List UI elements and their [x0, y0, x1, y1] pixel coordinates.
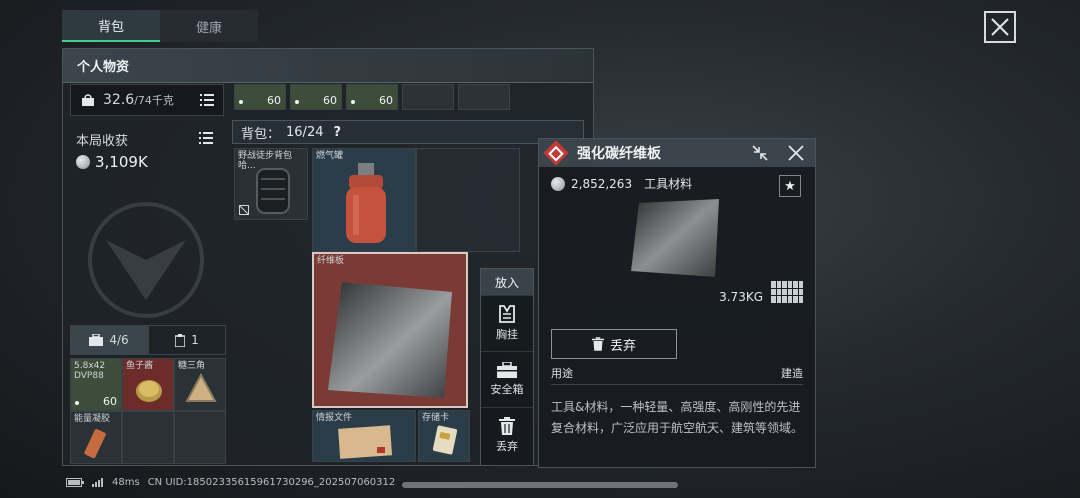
help-icon[interactable]: ? [333, 125, 341, 140]
pocket-grid: 5.8x42 DVP88 60 鱼子酱 糖三角 能量凝胶 [70, 358, 226, 464]
item-detail-header: 强化碳纤维板 [539, 139, 815, 167]
backpack-capacity: 16/24 [286, 124, 324, 140]
list-icon [200, 94, 214, 106]
user-uid: CN UID:18502335615961730296_202507060312 [147, 476, 396, 488]
income-list-button[interactable] [196, 128, 216, 148]
collapse-button[interactable] [749, 143, 771, 163]
tab-secure-case[interactable]: 1 [148, 325, 226, 355]
put-in-secure-case-button[interactable]: 安全箱 [481, 351, 533, 407]
trash-icon [499, 417, 515, 435]
income-value: 3,109K [76, 153, 148, 171]
weight-value: 32.6 [103, 92, 135, 108]
fiberboard-icon [328, 282, 452, 398]
tab-health[interactable]: 健康 [160, 10, 258, 42]
tab-chest-rig[interactable]: 4/6 [70, 325, 148, 355]
context-menu-title: 放入 [481, 269, 533, 295]
dot-icon [75, 401, 79, 405]
detail-close-button[interactable] [785, 143, 807, 163]
item-energy-gel[interactable]: 能量凝胶 [70, 411, 122, 464]
discard-button[interactable]: 丢弃 [551, 329, 677, 359]
safe-box-icon [497, 362, 517, 378]
weight-list-button[interactable] [197, 90, 217, 110]
discard-menu-button[interactable]: 丢弃 [481, 407, 533, 463]
rarity-icon [543, 140, 569, 166]
chest-rig-icon [499, 305, 515, 323]
memory-card-icon [433, 425, 457, 455]
item-backpack[interactable]: 野战徒步背包 哈... [234, 148, 308, 220]
ammo-slot[interactable]: 60 [290, 84, 342, 110]
empty-slot[interactable] [458, 84, 510, 110]
item-weight: 3.73KG [719, 290, 763, 304]
backpack-grid: 野战徒步背包 哈... 燃气罐 纤维板 情报文件 存储卡 [232, 148, 522, 464]
close-icon [788, 145, 804, 161]
backpack-icon [256, 168, 290, 214]
signal-icon [92, 477, 103, 487]
item-fiberboard[interactable]: 纤维板 [312, 252, 468, 408]
caviar-tin-icon [136, 380, 162, 402]
close-button[interactable] [984, 11, 1016, 43]
item-memory-card[interactable]: 存储卡 [418, 410, 470, 462]
backpack-header: 背包： 16/24 ? [232, 120, 584, 144]
case-icon [175, 333, 186, 347]
faction-emblem-icon [88, 202, 204, 318]
folder-icon [338, 425, 393, 459]
weight-max: /74千克 [134, 94, 174, 107]
toolbox-icon [89, 334, 104, 346]
favorite-button[interactable]: ★ [779, 175, 801, 197]
empty-slot[interactable] [174, 411, 226, 464]
income-amount: 3,109K [95, 153, 148, 171]
battery-icon [66, 477, 84, 487]
gas-canister-icon [346, 163, 386, 243]
secure-case-count: 1 [191, 333, 199, 347]
backpack-label: 背包： [241, 126, 281, 142]
item-caviar[interactable]: 鱼子酱 [122, 358, 174, 411]
usage-label: 用途 [551, 367, 573, 380]
main-tabs: 背包 健康 [62, 10, 258, 42]
ammo-slot[interactable]: 60 [234, 84, 286, 110]
item-detail-panel: 强化碳纤维板 2,852,263 工具材料 ★ 3.73KG 丢弃 用途 建造 … [538, 138, 816, 468]
item-price-value: 2,852,263 [571, 176, 633, 191]
star-icon: ★ [784, 178, 796, 194]
ammo-slot[interactable]: 60 [346, 84, 398, 110]
usage-row: 用途 建造 [551, 365, 803, 385]
chest-rig-count: 4/6 [109, 333, 129, 347]
coin-icon [76, 155, 90, 169]
ammo-strip: 60 60 60 [232, 84, 582, 112]
pocket-tabs: 4/6 1 [70, 325, 226, 355]
no-entry-icon [239, 205, 249, 215]
trash-icon [591, 337, 604, 351]
item-description: 工具&材料，一种轻量、高强度、高刚性的先进复合材料，广泛应用于航空航天、建筑等领… [551, 400, 804, 435]
list-icon [199, 132, 213, 144]
weight-row: 32.6/74千克 [70, 84, 224, 116]
status-bar: 48ms CN UID:18502335615961730296_2025070… [66, 474, 395, 490]
tab-backpack[interactable]: 背包 [62, 10, 160, 42]
item-title: 强化碳纤维板 [577, 146, 661, 162]
item-sugar-triangle[interactable]: 糖三角 [174, 358, 226, 411]
put-in-chest-rig-button[interactable]: 胸挂 [481, 295, 533, 351]
empty-slot[interactable] [402, 84, 454, 110]
item-intel-file[interactable]: 情报文件 [312, 410, 416, 462]
item-category: 工具材料 [644, 177, 693, 191]
horizontal-scrollbar[interactable] [402, 482, 678, 488]
item-price: 2,852,263 工具材料 [551, 175, 692, 192]
gel-pack-icon [84, 429, 106, 459]
collapse-icon [752, 145, 768, 161]
item-ammo[interactable]: 5.8x42 DVP88 60 [70, 358, 122, 411]
income-label: 本局收获 [76, 134, 129, 149]
empty-slot[interactable] [122, 411, 174, 464]
item-context-menu: 放入 胸挂 安全箱 丢弃 [480, 268, 534, 466]
ping-value: 48ms [112, 476, 140, 488]
coin-icon [551, 176, 565, 191]
triangle-snack-icon [185, 373, 217, 402]
weight-icon [82, 94, 94, 106]
item-size-grid-icon [771, 281, 803, 303]
empty-slot[interactable] [416, 148, 520, 252]
item-gas-canister[interactable]: 燃气罐 [312, 148, 416, 252]
close-icon [991, 18, 1009, 36]
build-label[interactable]: 建造 [781, 365, 803, 384]
panel-title: 个人物资 [63, 49, 593, 83]
fiberboard-preview-icon [631, 199, 719, 277]
